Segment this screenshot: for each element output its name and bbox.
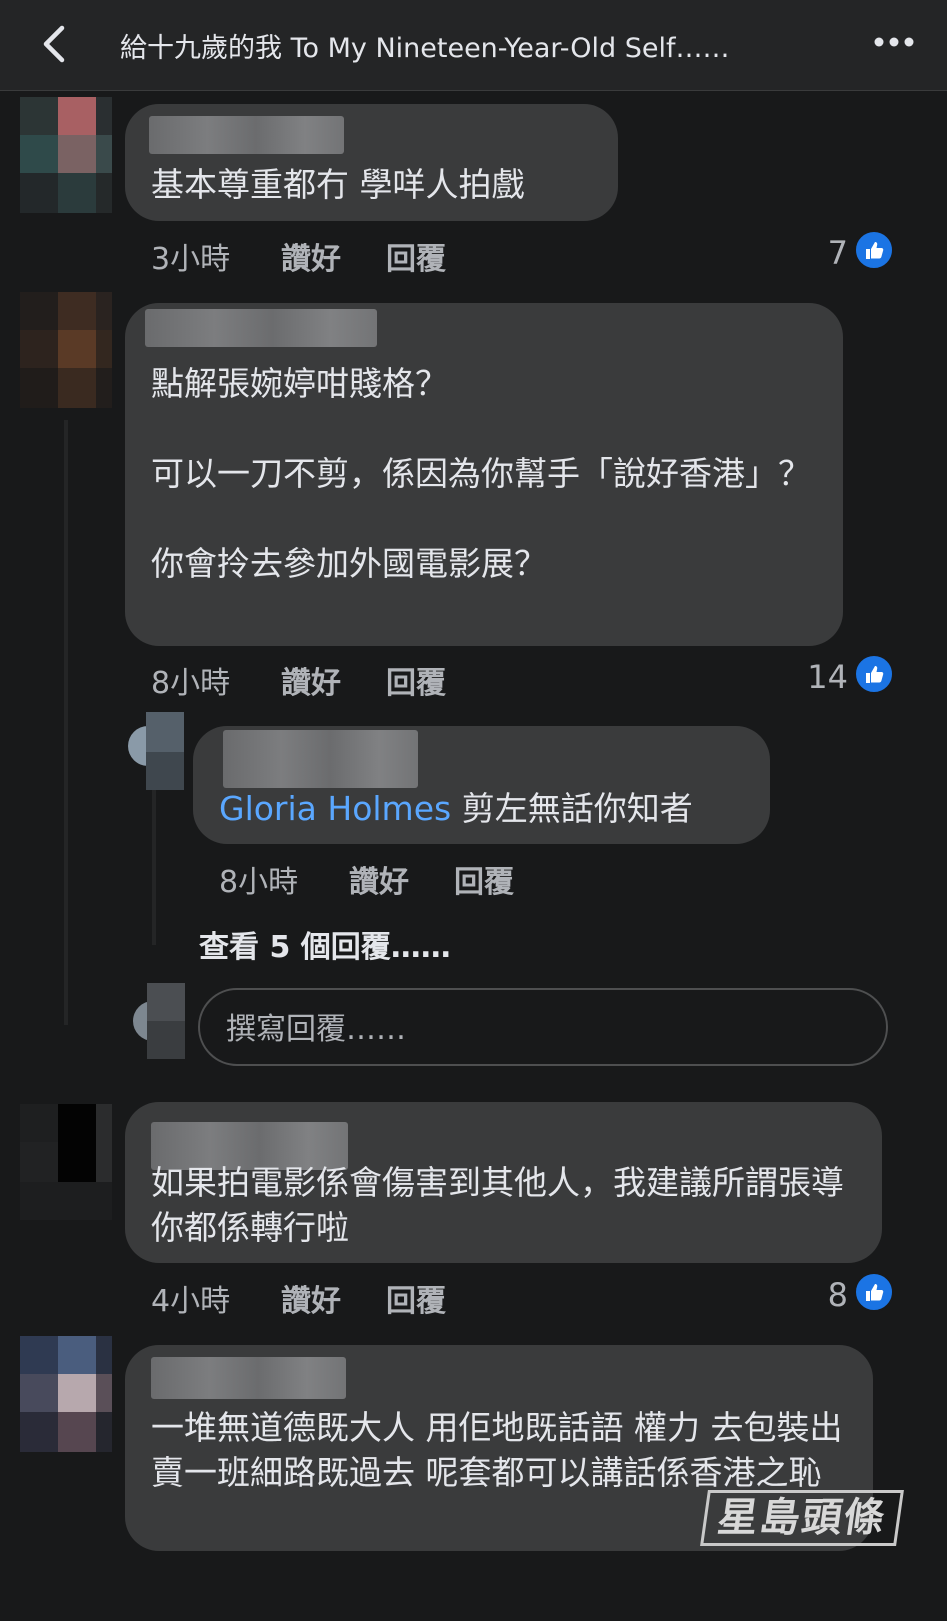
my-avatar — [133, 983, 185, 1059]
top-bar: 給十九歲的我 To My Nineteen-Year-Old Self…… — [0, 0, 947, 91]
comment-bubble: 如果拍電影係會傷害到其他人，我建議所謂張導你都係轉行啦 — [125, 1102, 882, 1263]
comment-bubble: 基本尊重都冇 學咩人拍戲 — [125, 104, 618, 221]
commenter-name-blurred[interactable] — [145, 309, 377, 347]
comment-text: 一堆無道德既大人 用佢地既話語 權力 去包裝出賣一班細路既過去 呢套都可以講話係… — [151, 1408, 843, 1492]
replier-name-blurred[interactable] — [223, 730, 418, 788]
thread-line — [152, 790, 156, 945]
thread-line — [64, 420, 68, 1025]
comment-text: 如果拍電影係會傷害到其他人，我建議所謂張導你都係轉行啦 — [151, 1163, 844, 1247]
reply-button[interactable]: 回覆 — [386, 658, 446, 702]
comment-time[interactable]: 8小時 — [151, 658, 230, 702]
comment-bubble: 點解張婉婷咁賤格？ 可以一刀不剪，係因為你幫手「說好香港」？ 你會拎去參加外國電… — [125, 303, 843, 646]
chevron-left-icon — [43, 25, 65, 63]
reply-button[interactable]: 回覆 — [454, 857, 514, 901]
reaction-count[interactable]: 7 — [788, 234, 848, 272]
reply-input-box[interactable] — [198, 988, 888, 1066]
reply-message: 剪左無話你知者 — [451, 789, 693, 828]
like-button[interactable]: 讚好 — [349, 857, 409, 901]
like-button[interactable]: 讚好 — [281, 1276, 341, 1320]
commenter-name-blurred[interactable] — [149, 116, 344, 154]
avatar[interactable] — [128, 712, 184, 790]
comment-text: 基本尊重都冇 學咩人拍戲 — [151, 165, 525, 204]
reaction-count[interactable]: 8 — [788, 1276, 848, 1314]
reply-button[interactable]: 回覆 — [386, 234, 446, 278]
watermark-logo: 星島頭條 — [700, 1490, 904, 1546]
reply-button[interactable]: 回覆 — [386, 1276, 446, 1320]
like-button[interactable]: 讚好 — [281, 658, 341, 702]
comment-time[interactable]: 3小時 — [151, 234, 230, 278]
avatar[interactable] — [20, 1336, 112, 1452]
like-reaction-icon — [854, 230, 894, 270]
comment-text: 點解張婉婷咁賤格？ 可以一刀不剪，係因為你幫手「說好香港」？ 你會拎去參加外國電… — [151, 364, 811, 583]
avatar[interactable] — [20, 1104, 112, 1220]
reply-time[interactable]: 8小時 — [219, 857, 298, 901]
comment-time[interactable]: 4小時 — [151, 1276, 230, 1320]
like-button[interactable]: 讚好 — [281, 234, 341, 278]
commenter-name-blurred[interactable] — [151, 1357, 346, 1399]
avatar[interactable] — [20, 97, 112, 213]
mention-link[interactable]: Gloria Holmes — [219, 789, 451, 828]
like-reaction-icon — [854, 1272, 894, 1312]
reply-bubble: Gloria Holmes 剪左無話你知者 — [193, 726, 770, 844]
reply-text: Gloria Holmes 剪左無話你知者 — [219, 786, 759, 831]
like-reaction-icon — [854, 654, 894, 694]
more-dots-icon — [874, 37, 914, 47]
reaction-count[interactable]: 14 — [788, 658, 848, 696]
reply-input[interactable] — [224, 1004, 848, 1054]
back-button[interactable] — [36, 24, 76, 64]
more-options-button[interactable] — [872, 26, 916, 62]
page-title: 給十九歲的我 To My Nineteen-Year-Old Self…… — [120, 33, 730, 64]
avatar[interactable] — [20, 292, 112, 408]
view-more-replies-link[interactable]: 查看 5 個回覆…… — [199, 922, 451, 966]
